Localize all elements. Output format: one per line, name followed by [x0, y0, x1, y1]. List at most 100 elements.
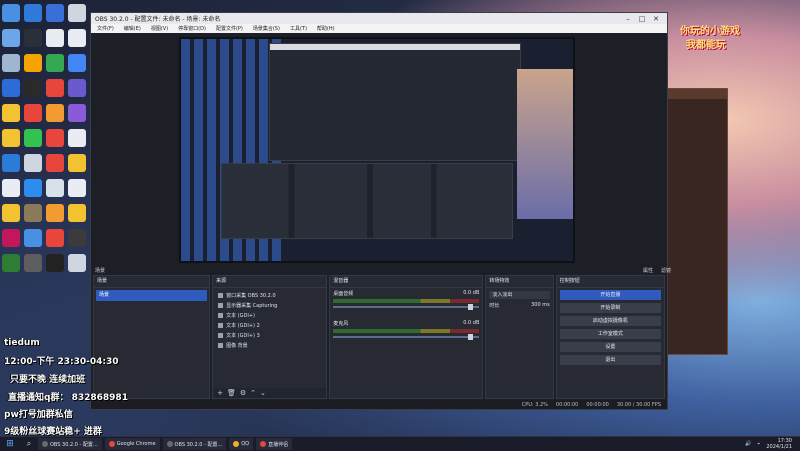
desktop-app-icon[interactable] — [46, 4, 64, 22]
desktop-app-icon[interactable] — [46, 204, 64, 222]
windows-start-icon[interactable]: ⊞ — [0, 439, 20, 449]
studio-mode-button[interactable]: 工作室模式 — [559, 329, 661, 339]
menu-profile[interactable]: 配置文件(P) — [216, 25, 243, 32]
desktop-app-icon[interactable] — [24, 79, 42, 97]
desktop-app-icon[interactable] — [24, 29, 42, 47]
clock[interactable]: 17:30 2024/1/21 — [766, 438, 792, 450]
desktop-app-icon[interactable] — [2, 129, 20, 147]
slider-handle[interactable] — [467, 334, 473, 340]
source-item[interactable]: 图像 背景 — [215, 340, 324, 350]
desktop-app-icon[interactable] — [2, 204, 20, 222]
qq-icon — [233, 441, 240, 447]
network-icon[interactable]: ⌁ — [757, 441, 760, 447]
source-item[interactable]: 文本 (GDI+) 2 — [215, 320, 324, 330]
desktop-app-icon[interactable] — [46, 229, 64, 247]
desktop-app-icon[interactable] — [2, 154, 20, 172]
volume-slider[interactable] — [333, 304, 480, 310]
obs-titlebar[interactable]: OBS 30.2.0 - 配置文件: 未命名 - 场景: 未命名 – □ ✕ — [91, 13, 667, 24]
desktop-app-icon[interactable] — [68, 204, 86, 222]
desktop-app-icon[interactable] — [46, 54, 64, 72]
maximize-icon[interactable]: □ — [635, 15, 649, 23]
desktop-app-icon[interactable] — [24, 104, 42, 122]
desktop-app-icon[interactable] — [24, 204, 42, 222]
gear-icon[interactable]: ⚙ — [240, 389, 246, 397]
desktop-app-icon[interactable] — [68, 29, 86, 47]
menu-docks[interactable]: 停靠窗口(D) — [178, 25, 206, 32]
remove-icon[interactable]: 🗑 — [227, 389, 236, 397]
taskbar-app[interactable]: Google Chrome — [104, 438, 160, 450]
overlay-user-tag: tiedum — [4, 338, 40, 348]
desktop-app-icon[interactable] — [24, 4, 42, 22]
desktop-app-icon[interactable] — [2, 29, 20, 47]
desktop-app-icon[interactable] — [2, 104, 20, 122]
desktop-app-icon[interactable] — [68, 4, 86, 22]
source-item[interactable]: 文本 (GDI+) — [215, 310, 324, 320]
desktop-app-icon[interactable] — [68, 229, 86, 247]
taskbar-app[interactable]: OBS 30.2.0 - 配置... — [38, 438, 102, 450]
volume-slider[interactable] — [333, 334, 480, 340]
minimize-icon[interactable]: – — [621, 15, 635, 23]
virtual-camera-button[interactable]: 启动虚拟摄像机 — [559, 316, 661, 326]
properties-button[interactable]: 属性 — [643, 267, 653, 274]
desktop-app-icon[interactable] — [68, 179, 86, 197]
start-recording-button[interactable]: 开始录制 — [559, 303, 661, 313]
desktop-app-icon[interactable] — [68, 104, 86, 122]
taskbar-app[interactable]: OBS 30.2.0 - 配置... — [162, 438, 227, 450]
close-icon[interactable]: ✕ — [649, 15, 663, 23]
desktop-app-icon[interactable] — [68, 54, 86, 72]
chat-window[interactable] — [666, 88, 728, 355]
desktop-app-icon[interactable] — [46, 104, 64, 122]
move-up-icon[interactable]: ⌃ — [250, 389, 256, 397]
desktop-app-icon[interactable] — [68, 129, 86, 147]
move-down-icon[interactable]: ⌄ — [260, 389, 266, 397]
menu-edit[interactable]: 编辑(E) — [124, 25, 141, 32]
taskbar-app[interactable]: QQ — [229, 438, 254, 450]
settings-button[interactable]: 设置 — [559, 342, 661, 352]
scene-item[interactable]: 场景 — [96, 290, 208, 301]
taskbar-app-label: QQ — [241, 441, 250, 447]
desktop-app-icon[interactable] — [2, 229, 20, 247]
desktop-app-icon[interactable] — [2, 54, 20, 72]
preview-canvas[interactable] — [179, 37, 575, 263]
desktop-app-icon[interactable] — [68, 79, 86, 97]
taskbar-app[interactable]: 直播伴侣 — [256, 438, 293, 450]
desktop-app-icon[interactable] — [24, 254, 42, 272]
desktop-app-icon[interactable] — [2, 79, 20, 97]
desktop-app-icon[interactable] — [2, 254, 20, 272]
menu-tools[interactable]: 工具(T) — [290, 25, 307, 32]
filters-button[interactable]: 滤镜 — [661, 267, 671, 274]
desktop-app-icon[interactable] — [24, 129, 42, 147]
menu-file[interactable]: 文件(F) — [97, 25, 114, 32]
add-icon[interactable]: + — [217, 389, 223, 397]
transition-select[interactable]: 淡入淡出 — [489, 291, 550, 299]
desktop-app-icon[interactable] — [2, 179, 20, 197]
menu-help[interactable]: 帮助(H) — [317, 25, 335, 32]
desktop-app-icon[interactable] — [24, 54, 42, 72]
source-label: 文本 (GDI+) 3 — [226, 332, 260, 339]
desktop-app-icon[interactable] — [2, 4, 20, 22]
desktop-app-icon[interactable] — [46, 29, 64, 47]
desktop-app-icon[interactable] — [24, 179, 42, 197]
desktop-app-icon[interactable] — [24, 154, 42, 172]
volume-icon[interactable]: 🔊 — [745, 441, 751, 447]
desktop-app-icon[interactable] — [68, 254, 86, 272]
desktop-app-icon[interactable] — [46, 129, 64, 147]
chat-window-titlebar[interactable] — [667, 89, 727, 99]
source-item[interactable]: 文本 (GDI+) 3 — [215, 330, 324, 340]
menu-view[interactable]: 视图(V) — [151, 25, 168, 32]
menu-scene-collection[interactable]: 场景集合(S) — [253, 25, 280, 32]
source-item[interactable]: 显示器采集 Capturing — [215, 300, 324, 310]
duration-input[interactable]: 300 ms — [531, 302, 550, 309]
search-icon[interactable]: ⌕ — [20, 439, 38, 449]
exit-button[interactable]: 退出 — [559, 355, 661, 365]
start-streaming-button[interactable]: 开始直播 — [559, 290, 661, 300]
desktop-app-icon[interactable] — [24, 229, 42, 247]
desktop-app-icon[interactable] — [68, 154, 86, 172]
source-item[interactable]: 窗口采集 OBS 30.2.0 — [215, 290, 324, 300]
slider-handle[interactable] — [467, 304, 473, 310]
desktop-app-icon[interactable] — [46, 79, 64, 97]
desktop-app-icon[interactable] — [46, 254, 64, 272]
obs-main-window[interactable]: OBS 30.2.0 - 配置文件: 未命名 - 场景: 未命名 – □ ✕ 文… — [90, 12, 671, 410]
desktop-app-icon[interactable] — [46, 179, 64, 197]
desktop-app-icon[interactable] — [46, 154, 64, 172]
